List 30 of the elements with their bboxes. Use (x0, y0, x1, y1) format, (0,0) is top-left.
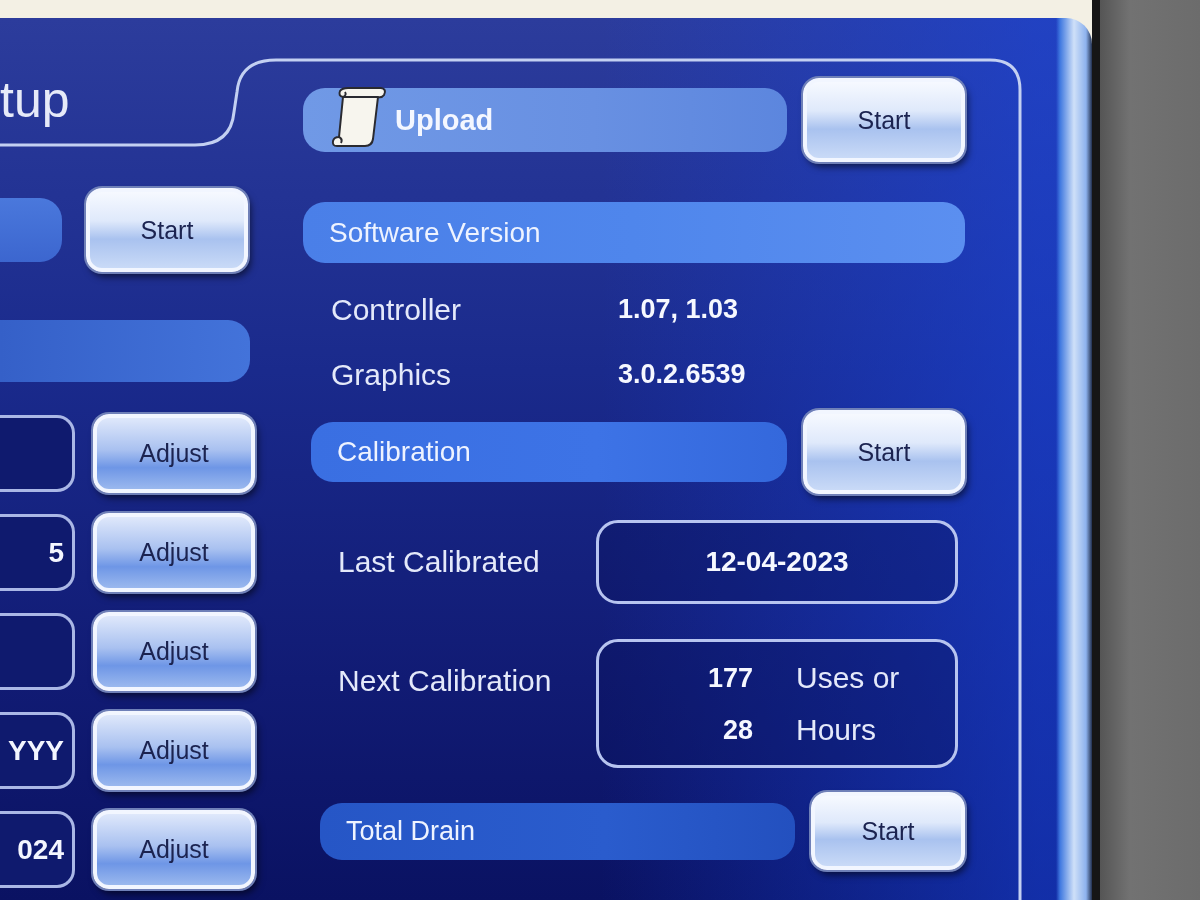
start-button[interactable]: Start (803, 410, 965, 494)
section-heading: Calibration (311, 422, 787, 482)
count-text: 177 (707, 661, 753, 695)
adjust-button[interactable]: Adjust (93, 414, 255, 493)
unit-text: Uses or (796, 659, 901, 696)
date-field: 12-04-2023 (596, 520, 958, 604)
unit-text: Hours (796, 711, 878, 748)
value-field: 5 (0, 514, 75, 591)
start-button[interactable]: Start (86, 188, 248, 272)
start-button[interactable]: Start (803, 78, 965, 162)
adjust-button[interactable]: Adjust (93, 513, 255, 592)
version-label: Controller (330, 292, 463, 327)
section-bar (0, 198, 62, 262)
start-button[interactable]: Start (811, 792, 965, 870)
field-label: Last Calibrated (337, 545, 541, 579)
field-label: Next Calibration (337, 663, 553, 698)
value-field: 024 (0, 811, 75, 888)
version-label: Graphics (330, 357, 453, 392)
count-text: 28 (722, 713, 753, 747)
scroll-icon (331, 85, 387, 149)
version-value: 1.07, 1.03 (618, 294, 739, 325)
upload-label: Upload (395, 103, 494, 137)
adjust-button[interactable]: Adjust (93, 711, 255, 790)
screen-title: tup (0, 71, 71, 130)
version-value: 3.0.2.6539 (618, 359, 746, 390)
section-heading: Total Drain (320, 802, 795, 860)
value-field: YYY (0, 712, 75, 789)
section-heading: Software Version (303, 202, 965, 263)
adjust-button[interactable]: Adjust (93, 612, 255, 691)
adjust-button[interactable]: Adjust (93, 810, 255, 889)
